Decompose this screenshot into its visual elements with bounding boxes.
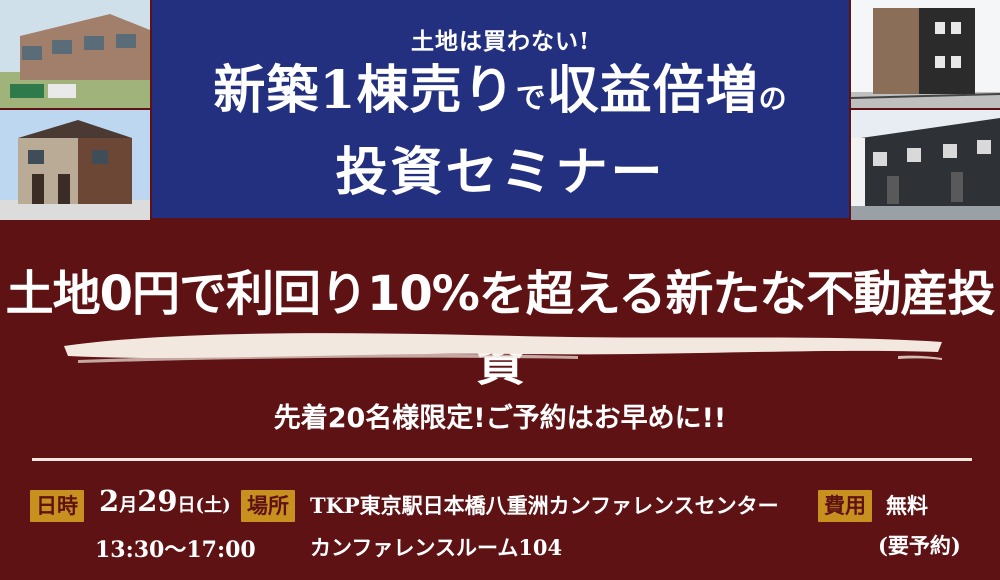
date-month: 2 (99, 484, 120, 518)
divider-line (32, 458, 972, 461)
kicker-text: 土地は買わない! (410, 28, 591, 55)
limited-notice: 先着20名様限定!ご予約はお早めに!! (273, 403, 727, 434)
venue-room: カンファレンスルーム104 (310, 535, 563, 560)
title-panel: 土地は買わない! 新築1棟売りで収益倍増の 投資セミナー (152, 0, 849, 218)
headline: 新築1棟売りで収益倍増の (152, 62, 849, 128)
event-date: 2月29日(土) (99, 484, 231, 518)
house-photo-bottom-right (851, 110, 1000, 220)
house-photo-top-right (851, 0, 1000, 108)
brush-stroke-decoration (64, 333, 942, 363)
fee-value: 無料 (886, 493, 928, 518)
headline-part-b: 収益倍増 (546, 60, 759, 121)
date-day-unit: 日 (177, 495, 196, 516)
headline-part-a: 新築1棟売り (213, 60, 516, 121)
date-day: 29 (137, 484, 178, 518)
fee-label: 費用 (818, 490, 872, 522)
headline-de: で (515, 81, 547, 116)
fee-note: (要予約) (878, 533, 961, 558)
seminar-banner: 土地は買わない! 新築1棟売りで収益倍増の 投資セミナー 土地0円で利回り10%… (0, 0, 1000, 580)
date-weekday: (土) (195, 495, 231, 516)
house-photo-top-left (0, 0, 150, 108)
top-banner: 土地は買わない! 新築1棟売りで収益倍増の 投資セミナー (0, 0, 1000, 222)
event-time: 13:30～17:00 (95, 537, 256, 563)
headline-no: の (758, 82, 788, 115)
venue-name: TKP東京駅日本橋八重洲カンファレンスセンター (310, 493, 779, 518)
house-photo-bottom-left (0, 110, 150, 220)
place-label: 場所 (241, 490, 295, 522)
date-label: 日時 (30, 490, 84, 522)
date-month-unit: 月 (119, 495, 138, 516)
subhead: 投資セミナー (335, 142, 666, 203)
